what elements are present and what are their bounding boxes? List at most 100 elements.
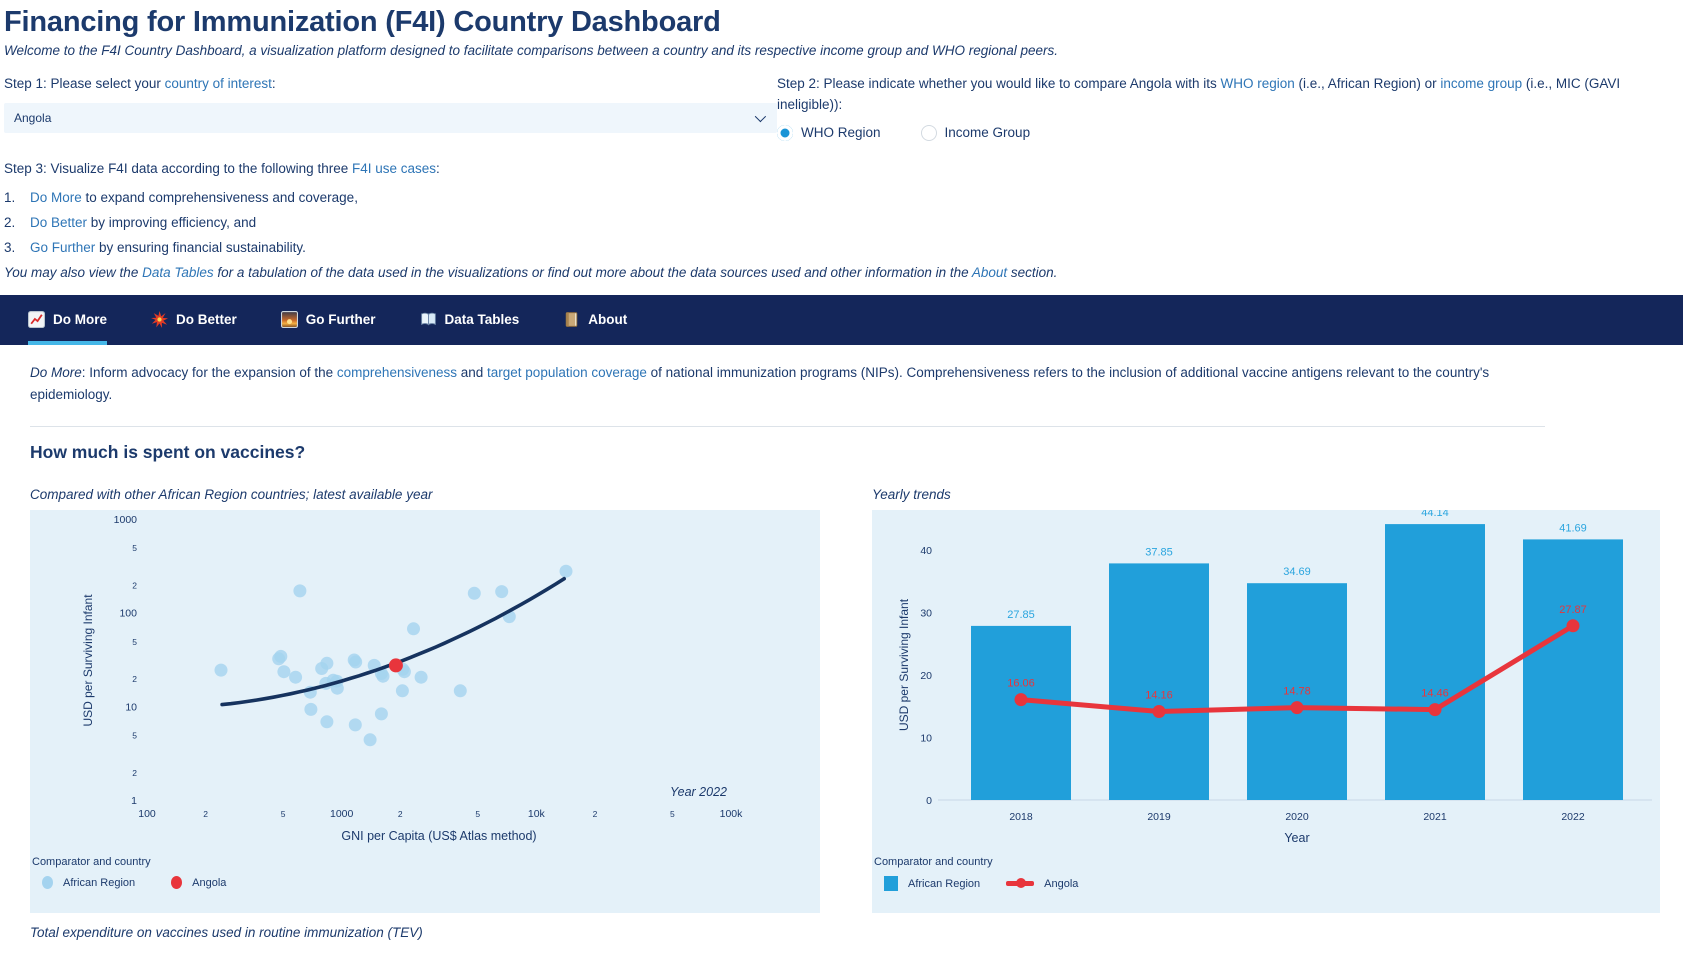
step3-highlight: F4I use cases	[352, 161, 436, 176]
scatter-point-african-region[interactable]	[349, 656, 362, 669]
scatter-point-african-region[interactable]	[320, 716, 333, 729]
radio-who-region-label: WHO Region	[801, 125, 881, 140]
bar-svg[interactable]: 010203040USD per Surviving Infant27.8537…	[872, 510, 1660, 850]
do-better-rest: by improving efficiency, and	[87, 215, 256, 230]
scatter-point-african-region[interactable]	[289, 671, 302, 684]
line-point-2018[interactable]	[1015, 693, 1028, 706]
legend-item-angola[interactable]: Angola	[171, 876, 226, 889]
tab-about-label: About	[588, 312, 627, 327]
x-tick-label: 5	[475, 809, 480, 819]
x-tick-label: 2019	[1147, 811, 1171, 823]
scatter-point-african-region[interactable]	[320, 657, 333, 670]
bar-value-label: 44.14	[1421, 510, 1449, 519]
x-tick-label: 2021	[1423, 811, 1447, 823]
scatter-point-african-region[interactable]	[277, 665, 290, 678]
y-tick-label: 5	[132, 543, 137, 553]
x-tick-label: 100	[138, 808, 156, 820]
legend-item-african-region-bar[interactable]: African Region	[884, 876, 980, 891]
x-tick-label: 2	[203, 809, 208, 819]
step3-block: Step 3: Visualize F4I data according to …	[0, 159, 1683, 280]
trend-x-axis-label: Year	[1284, 831, 1309, 845]
list-item-do-better: Do Better by improving efficiency, and	[4, 215, 1653, 230]
step2-text-2: (i.e., African Region) or	[1295, 76, 1441, 91]
bar-value-label: 34.69	[1283, 566, 1311, 578]
legend-item-angola-line[interactable]: Angola	[1006, 878, 1078, 890]
bar-2018[interactable]	[971, 626, 1071, 800]
scatter-point-african-region[interactable]	[407, 623, 420, 636]
line-value-label: 14.16	[1145, 690, 1173, 702]
scatter-legend: Comparator and country African Region An…	[30, 850, 820, 889]
page-title: Financing for Immunization (F4I) Country…	[4, 6, 1653, 39]
line-point-2020[interactable]	[1291, 701, 1304, 714]
scatter-point-african-region[interactable]	[304, 703, 317, 716]
use-case-list: Do More to expand comprehensiveness and …	[4, 190, 1653, 255]
tab-do-more[interactable]: Do More	[28, 295, 107, 345]
legend-african-region-bar-label: African Region	[908, 878, 980, 890]
step1-text: Step 1: Please select your	[4, 76, 165, 91]
line-value-label: 16.06	[1007, 678, 1035, 690]
line-point-2019[interactable]	[1153, 705, 1166, 718]
trend-chart-column: Yearly trends 010203040USD per Surviving…	[872, 487, 1662, 913]
line-point-2021[interactable]	[1429, 703, 1442, 716]
list-item-do-more: Do More to expand comprehensiveness and …	[4, 190, 1653, 205]
scatter-point-african-region[interactable]	[495, 585, 508, 598]
line-point-2022[interactable]	[1567, 620, 1580, 633]
scatter-x-axis-label: GNI per Capita (US$ Atlas method)	[341, 829, 536, 843]
trend-caption: Yearly trends	[872, 487, 1662, 502]
step3-label: Step 3: Visualize F4I data according to …	[4, 159, 1653, 180]
legend-item-african-region[interactable]: African Region	[42, 876, 135, 889]
desc-comprehensiveness: comprehensiveness	[337, 365, 457, 380]
line-value-label: 27.87	[1559, 604, 1587, 616]
scatter-point-angola[interactable]	[389, 659, 403, 673]
country-select[interactable]: Angola	[4, 103, 777, 133]
comparator-radio-group: WHO Region Income Group	[777, 125, 1653, 141]
legend-african-region-label: African Region	[63, 877, 135, 889]
step1-highlight: country of interest	[165, 76, 272, 91]
tab-about[interactable]: About	[563, 295, 627, 345]
radio-who-region[interactable]: WHO Region	[777, 125, 881, 141]
scatter-point-african-region[interactable]	[349, 719, 362, 732]
legend-angola-line-label: Angola	[1044, 878, 1078, 890]
step1-colon: :	[272, 76, 276, 91]
y-tick-label: 10	[125, 702, 137, 714]
scatter-y-axis-label: USD per Surviving Infant	[81, 594, 95, 727]
tab-bar: Do More Do Better Go Further Data Tables…	[0, 295, 1683, 345]
do-more-rest: to expand comprehensiveness and coverage…	[82, 190, 358, 205]
scatter-point-african-region[interactable]	[215, 664, 228, 677]
radio-income-group[interactable]: Income Group	[921, 125, 1031, 141]
scatter-point-african-region[interactable]	[274, 650, 287, 663]
y-tick-label: 30	[920, 608, 932, 620]
do-better-term: Do Better	[30, 215, 87, 230]
bar-2019[interactable]	[1109, 564, 1209, 801]
scatter-point-african-region[interactable]	[375, 708, 388, 721]
x-tick-label: 2020	[1285, 811, 1309, 823]
scatter-point-african-region[interactable]	[560, 565, 573, 578]
x-tick-label: 5	[281, 809, 286, 819]
desc-and: and	[457, 365, 487, 380]
scatter-svg[interactable]: 10005210052105211002510002510k25100kUSD …	[30, 510, 820, 850]
do-more-description: Do More: Inform advocacy for the expansi…	[0, 345, 1560, 407]
x-tick-label: 100k	[720, 808, 744, 820]
bar-value-label: 41.69	[1559, 523, 1587, 535]
bar-2022[interactable]	[1523, 540, 1623, 801]
note-text: You may also view the	[4, 265, 142, 280]
scatter-point-african-region[interactable]	[415, 671, 428, 684]
scatter-point-african-region[interactable]	[293, 585, 306, 598]
scatter-point-african-region[interactable]	[377, 670, 390, 683]
tab-go-further[interactable]: Go Further	[281, 295, 376, 345]
scatter-point-african-region[interactable]	[396, 685, 409, 698]
steps-row: Step 1: Please select your country of in…	[0, 74, 1683, 141]
tab-do-better[interactable]: Do Better	[151, 295, 237, 345]
tab-data-tables-label: Data Tables	[445, 312, 520, 327]
legend-angola-label: Angola	[192, 877, 226, 889]
bar-2021[interactable]	[1385, 524, 1485, 800]
tab-data-tables[interactable]: Data Tables	[420, 295, 520, 345]
scatter-point-african-region[interactable]	[454, 685, 467, 698]
x-tick-label: 2022	[1561, 811, 1585, 823]
scatter-chart-column: Compared with other African Region count…	[30, 487, 820, 913]
go-further-term: Go Further	[30, 240, 95, 255]
scatter-point-african-region[interactable]	[468, 587, 481, 600]
page-subtitle: Welcome to the F4I Country Dashboard, a …	[4, 43, 1653, 58]
angola-line-icon	[1006, 881, 1034, 886]
scatter-point-african-region[interactable]	[364, 734, 377, 747]
